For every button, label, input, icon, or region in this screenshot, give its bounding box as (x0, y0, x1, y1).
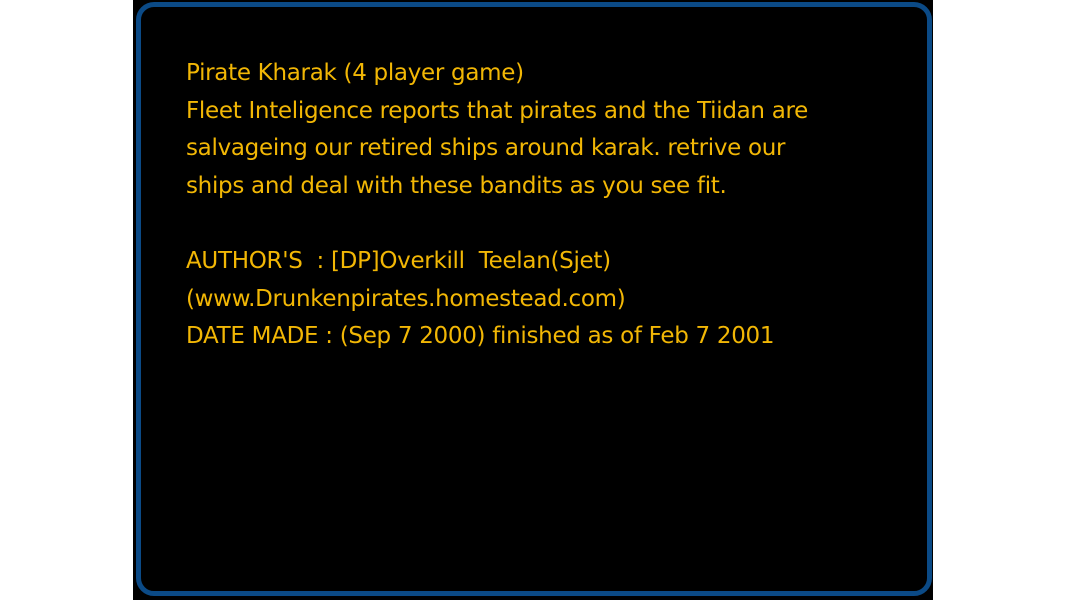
mission-briefing-panel: Pirate Kharak (4 player game) Fleet Inte… (136, 2, 932, 596)
authors-line: AUTHOR'S : [DP]Overkill Teelan(Sjet) (186, 247, 611, 274)
briefing-line-3: ships and deal with these bandits as you… (186, 172, 727, 199)
website-line: (www.Drunkenpirates.homestead.com) (186, 285, 626, 312)
date-made-line: DATE MADE : (Sep 7 2000) finished as of … (186, 323, 775, 350)
game-screen: Pirate Kharak (4 player game) Fleet Inte… (133, 0, 933, 600)
briefing-line-2: salvageing our retired ships around kara… (186, 135, 786, 162)
mission-briefing-text: Pirate Kharak (4 player game) Fleet Inte… (186, 55, 906, 356)
mission-title: Pirate Kharak (4 player game) (186, 60, 524, 86)
briefing-line-1: Fleet Inteligence reports that pirates a… (186, 97, 808, 124)
